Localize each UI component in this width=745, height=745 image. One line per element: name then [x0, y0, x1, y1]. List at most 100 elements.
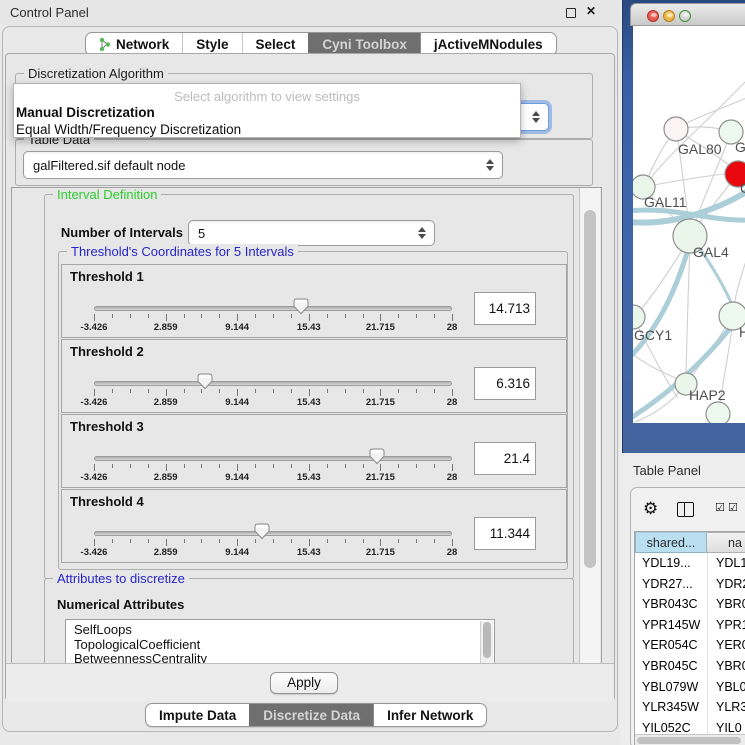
slider-track[interactable]	[94, 456, 452, 461]
network-node-label: C	[740, 180, 745, 196]
algorithm-placeholder: Select algorithm to view settings	[14, 84, 520, 104]
numerical-attributes-list[interactable]: SelfLoopsTopologicalCoefficientBetweenne…	[65, 619, 495, 665]
attributes-group-label: Attributes to discretize	[53, 571, 189, 586]
threshold-label: Threshold 4	[70, 494, 144, 509]
table-row[interactable]: YLR345WYLR3	[635, 697, 745, 718]
network-node[interactable]	[706, 402, 730, 423]
table-row[interactable]: YBR043CYBR0	[635, 594, 745, 615]
number-of-intervals-value: 5	[189, 226, 418, 241]
threshold-value-field[interactable]: 14.713	[474, 292, 536, 325]
tab-select[interactable]: Select	[242, 33, 309, 55]
select-all-checkbox-icon[interactable]: ☑	[715, 501, 725, 514]
column-header-shared-name[interactable]: shared...	[635, 532, 707, 553]
threshold-value-field[interactable]: 11.344	[474, 517, 536, 550]
threshold-value-field[interactable]: 21.4	[474, 442, 536, 475]
slider-thumb[interactable]	[369, 448, 385, 465]
threshold-value-field[interactable]: 6.316	[474, 367, 536, 400]
zoom-traffic-light-icon[interactable]	[679, 10, 691, 22]
table-row[interactable]: YIL052CYIL0	[635, 718, 745, 735]
slider-track[interactable]	[94, 381, 452, 386]
tab-label: Discretize Data	[263, 708, 360, 723]
tick-label: 21.715	[366, 472, 395, 483]
network-node[interactable]	[633, 305, 645, 329]
network-node-label: H	[739, 324, 745, 340]
tick-label: 9.144	[225, 547, 249, 558]
tick-label: 2.859	[154, 472, 178, 483]
tab-infer-network[interactable]: Infer Network	[373, 704, 486, 726]
slider-thumb[interactable]	[254, 523, 270, 540]
column-view-icon[interactable]	[677, 502, 694, 517]
tick-label: 15.43	[297, 547, 321, 558]
network-edge	[635, 356, 680, 380]
tab-discretize-data[interactable]: Discretize Data	[249, 704, 373, 726]
tick-label: 2.859	[154, 322, 178, 333]
table-panel-box: ⚙ ☑ ☑ shared... na YDL19...YDL1YDR27...Y…	[630, 487, 745, 745]
slider-thumb[interactable]	[293, 298, 309, 315]
tab-label: Cyni Toolbox	[322, 37, 407, 52]
attribute-list-item[interactable]: SelfLoops	[66, 620, 494, 638]
table-row[interactable]: YBL079WYBL0	[635, 677, 745, 698]
numerical-attributes-label: Numerical Attributes	[57, 597, 184, 612]
interval-definition-label: Interval Definition	[53, 187, 161, 202]
network-node-label: GCY1	[634, 327, 672, 343]
network-canvas[interactable]: GAL80GACGAL11GAL4GCY1HHAP2	[633, 26, 745, 423]
slider-thumb[interactable]	[197, 373, 213, 390]
float-window-icon[interactable]	[566, 8, 576, 18]
thresholds-group-label: Threshold's Coordinates for 5 Intervals	[67, 244, 298, 259]
network-edge	[734, 261, 745, 305]
minimize-traffic-light-icon[interactable]	[663, 10, 675, 22]
horizontal-scrollbar[interactable]	[635, 734, 745, 745]
interval-definition-group: Interval Definition Number of Intervals …	[44, 194, 574, 579]
attribute-list-item[interactable]: TopologicalCoefficient	[66, 638, 494, 653]
network-node[interactable]	[664, 117, 688, 141]
table-row[interactable]: YBR045CYBR0	[635, 656, 745, 677]
network-window-titlebar	[630, 3, 745, 26]
cell-name: YBR0	[707, 656, 745, 677]
cell-name: YDR2	[707, 574, 745, 595]
algorithm-option-manual[interactable]: Manual Discretization	[14, 104, 520, 121]
close-icon[interactable]: ✕	[586, 4, 596, 18]
tab-style[interactable]: Style	[182, 33, 241, 55]
tab-impute-data[interactable]: Impute Data	[146, 704, 249, 726]
slider-track[interactable]	[94, 306, 452, 311]
bottom-tab-bar: Impute Data Discretize Data Infer Network	[145, 703, 487, 727]
cell-name: YLR3	[707, 697, 745, 718]
number-of-intervals-label: Number of Intervals	[55, 225, 183, 240]
tick-label: 15.43	[297, 322, 321, 333]
table-row[interactable]: YPR145WYPR1	[635, 615, 745, 636]
slider-track[interactable]	[94, 531, 452, 536]
cell-shared-name: YBR043C	[635, 594, 707, 615]
table-data-combobox-value: galFiltered.sif default node	[24, 158, 486, 173]
network-node-label: GAL4	[693, 244, 729, 260]
main-scrollbar[interactable]	[579, 188, 600, 664]
tab-network[interactable]: Network	[86, 33, 182, 55]
algorithm-option-equal-width[interactable]: Equal Width/Frequency Discretization	[14, 121, 520, 138]
cell-shared-name: YIL052C	[635, 718, 707, 735]
tab-cyni-toolbox[interactable]: Cyni Toolbox	[308, 33, 420, 55]
combo-arrows-icon	[532, 111, 540, 123]
threshold-label: Threshold 3	[70, 419, 144, 434]
threshold-panel-1: Threshold 1-3.4262.8599.14415.4321.71528…	[61, 264, 567, 338]
main-scrollbar-thumb[interactable]	[584, 210, 596, 568]
network-node-label: GAL80	[678, 141, 722, 157]
close-traffic-light-icon[interactable]	[647, 10, 659, 22]
table-row[interactable]: YDL19...YDL1	[635, 553, 745, 574]
table-row[interactable]: YDR27...YDR2	[635, 574, 745, 595]
list-scrollbar[interactable]	[480, 621, 493, 665]
apply-button[interactable]: Apply	[270, 672, 338, 694]
attributes-group: Attributes to discretize Numerical Attri…	[44, 578, 574, 665]
table-row[interactable]: YER054CYER0	[635, 635, 745, 656]
table-data-combobox[interactable]: galFiltered.sif default node	[23, 151, 503, 179]
number-of-intervals-combobox[interactable]: 5	[188, 220, 435, 246]
list-scrollbar-thumb[interactable]	[483, 622, 491, 658]
column-header-name[interactable]: na	[707, 532, 745, 553]
cell-shared-name: YER054C	[635, 635, 707, 656]
horizontal-scrollbar-thumb[interactable]	[637, 737, 741, 744]
select-none-checkbox-icon[interactable]: ☑	[728, 501, 738, 514]
tab-jactivemnodules[interactable]: jActiveMNodules	[420, 33, 556, 55]
tick-label: 2.859	[154, 397, 178, 408]
settings-gear-icon[interactable]: ⚙	[643, 499, 658, 519]
settings-scroll-area: Interval Definition Number of Intervals …	[11, 187, 602, 665]
tab-label: Style	[196, 37, 228, 52]
node-table: shared... na YDL19...YDL1YDR27...YDR2YBR…	[634, 531, 745, 745]
